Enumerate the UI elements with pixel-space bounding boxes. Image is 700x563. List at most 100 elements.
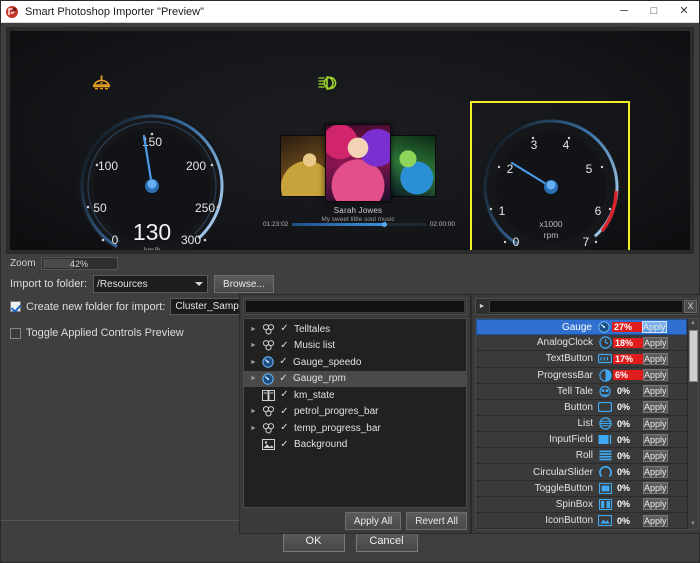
control-row-button[interactable]: Button 0% Apply	[476, 399, 687, 416]
layer-tree[interactable]: ► ✓ Telltales ► ✓ Music list ► ✓ Gauge_speedo ► ✓ G…	[243, 318, 467, 508]
controls-search-bar[interactable]: ► X	[475, 298, 699, 315]
scrollbar-track[interactable]	[688, 328, 698, 520]
scrollbar-thumb[interactable]	[688, 330, 698, 382]
tree-search-input[interactable]	[245, 300, 465, 313]
expand-arrow-icon[interactable]: ►	[250, 326, 258, 333]
tree-node-checkbox[interactable]: ✓	[279, 406, 290, 417]
apply-button[interactable]: Apply	[643, 417, 668, 430]
rpm-unit-top: x1000	[539, 219, 562, 229]
apply-button[interactable]: Apply	[643, 352, 668, 365]
apply-button[interactable]: Apply	[643, 449, 668, 462]
tree-node-checkbox[interactable]: ✓	[279, 324, 290, 334]
tree-node-background[interactable]: ►✓Background	[244, 437, 466, 454]
zoom-slider[interactable]: 42%	[40, 257, 118, 270]
control-row-spinbox[interactable]: SpinBox 0% Apply	[476, 496, 687, 513]
album-art-current[interactable]	[325, 124, 391, 202]
minimize-button[interactable]: ─	[609, 1, 639, 23]
control-row-analogclock[interactable]: AnalogClock 18% Apply	[476, 335, 687, 352]
tree-node-checkbox[interactable]: ✓	[279, 439, 290, 450]
controls-scrollbar[interactable]: ▲ ▼	[687, 319, 698, 529]
expand-arrow-icon[interactable]: ►	[250, 408, 258, 415]
tree-node-km-state[interactable]: ►✓km_state	[244, 387, 466, 404]
tree-node-music-list[interactable]: ► ✓ Music list	[244, 338, 466, 355]
revert-all-button[interactable]: Revert All	[406, 512, 467, 530]
control-apply-cell: Apply	[643, 433, 685, 446]
close-button[interactable]: ✕	[669, 1, 699, 23]
expand-arrow-icon[interactable]: ►	[250, 342, 258, 349]
browse-button[interactable]: Browse...	[214, 275, 274, 293]
scroll-down-icon[interactable]: ▼	[689, 520, 698, 529]
controls-search-input[interactable]	[489, 300, 683, 313]
tree-node-label: petrol_progres_bar	[294, 406, 379, 418]
media-progress-knob[interactable]	[381, 222, 387, 227]
apply-button[interactable]: Apply	[643, 466, 668, 479]
create-folder-checkbox[interactable]	[10, 301, 21, 312]
apply-button[interactable]: Apply	[643, 433, 668, 446]
tree-node-gauge-speedo[interactable]: ► ✓ Gauge_speedo	[244, 354, 466, 371]
media-timeline[interactable]: 01:23:02 02:00:00	[263, 221, 455, 228]
control-row-inputfield[interactable]: InputField 0% Apply	[476, 432, 687, 449]
control-row-list[interactable]: List 0% Apply	[476, 415, 687, 433]
control-apply-cell: Apply	[643, 482, 685, 495]
apply-button[interactable]: Apply	[643, 336, 668, 349]
clear-search-button[interactable]: X	[684, 300, 697, 313]
album-carousel	[272, 123, 444, 203]
tree-node-telltales[interactable]: ► ✓ Telltales	[244, 321, 466, 338]
apply-button[interactable]: Apply	[643, 498, 668, 511]
button-icon	[597, 402, 613, 413]
apply-button[interactable]: Apply	[643, 401, 668, 414]
tree-node-checkbox[interactable]: ✓	[278, 357, 289, 367]
cancel-button[interactable]: Cancel	[355, 531, 418, 552]
speedo-tick-300: 300	[181, 233, 201, 247]
control-apply-cell: Apply	[643, 449, 685, 462]
media-progress-track[interactable]	[292, 222, 426, 227]
toggle-preview-checkbox[interactable]	[10, 327, 21, 339]
maximize-button[interactable]: □	[639, 1, 669, 23]
tree-node-gauge-rpm[interactable]: ► ✓ Gauge_rpm	[244, 370, 466, 387]
gauge-icon	[596, 321, 612, 333]
control-row-roll[interactable]: Roll 0% Apply	[476, 448, 687, 465]
tachometer-gauge[interactable]: 0 1 2 3 4 5 6 7 x1000 rpm	[476, 109, 636, 250]
speedo-tick-200: 200	[186, 159, 206, 173]
rpm-tick-0: 0	[513, 235, 520, 249]
progress-bar-icon	[597, 368, 613, 382]
expand-arrow-icon[interactable]: ►	[250, 359, 258, 366]
tree-node-checkbox[interactable]: ✓	[279, 390, 290, 400]
expand-arrow-icon[interactable]: ►	[250, 375, 258, 382]
control-row-progressbar[interactable]: ProgressBar 6% Apply	[476, 367, 687, 384]
apply-button[interactable]: Apply	[643, 385, 668, 398]
controls-list[interactable]: Gauge 27% Apply AnalogClock 18% Apply TextButt…	[475, 318, 699, 530]
tree-search-bar[interactable]	[243, 298, 467, 315]
control-row-iconbutton[interactable]: IconButton 0% Apply	[476, 512, 687, 529]
apply-button[interactable]: Apply	[643, 482, 668, 495]
apply-button[interactable]: Apply	[643, 514, 668, 527]
apply-button[interactable]: Apply	[642, 321, 667, 334]
layer-tree-panel: ► ✓ Telltales ► ✓ Music list ► ✓ Gauge_speedo ► ✓ G…	[239, 294, 471, 534]
tree-node-checkbox[interactable]: ✓	[279, 340, 290, 351]
control-row-tell-tale[interactable]: Tell Tale 0% Apply	[476, 383, 687, 400]
cluster-preview-area: 0 50 100 150 200 250 300 130 0 1 2 3 4 5…	[6, 27, 694, 254]
speedometer-gauge[interactable]: 0 50 100 150 200 250 300 130	[72, 106, 232, 250]
application-window: Smart Photoshop Importer "Preview" ─ □ ✕	[0, 0, 700, 563]
tree-node-checkbox[interactable]: ✓	[279, 423, 290, 433]
control-row-gauge[interactable]: Gauge 27% Apply	[476, 319, 687, 336]
import-folder-select[interactable]: /Resources	[93, 275, 209, 293]
rpm-tick-6: 6	[595, 204, 602, 218]
ok-button[interactable]: OK	[282, 531, 345, 552]
input-field-icon	[597, 434, 613, 445]
control-row-circularslider[interactable]: CircularSlider 0% Apply	[476, 464, 687, 481]
expand-arrow-icon[interactable]: ►	[250, 425, 258, 432]
filter-arrow-icon[interactable]: ►	[476, 303, 488, 310]
apply-all-button[interactable]: Apply All	[344, 512, 402, 530]
control-apply-cell: Apply	[643, 401, 685, 414]
media-player: Sarah Jowes My sweet little soul music	[272, 123, 444, 223]
tree-node-temp-progress-bar[interactable]: ► ✓ temp_progress_bar	[244, 420, 466, 437]
scroll-up-icon[interactable]: ▲	[689, 319, 698, 328]
apply-button[interactable]: Apply	[643, 369, 668, 382]
control-apply-cell: Apply	[642, 321, 684, 334]
control-apply-cell: Apply	[643, 352, 685, 365]
control-row-textbutton[interactable]: TextButton 17% Apply	[476, 351, 687, 368]
tree-node-petrol-progres-bar[interactable]: ► ✓ petrol_progres_bar	[244, 404, 466, 421]
tree-node-checkbox[interactable]: ✓	[278, 373, 289, 384]
control-row-togglebutton[interactable]: ToggleButton 0% Apply	[476, 480, 687, 497]
